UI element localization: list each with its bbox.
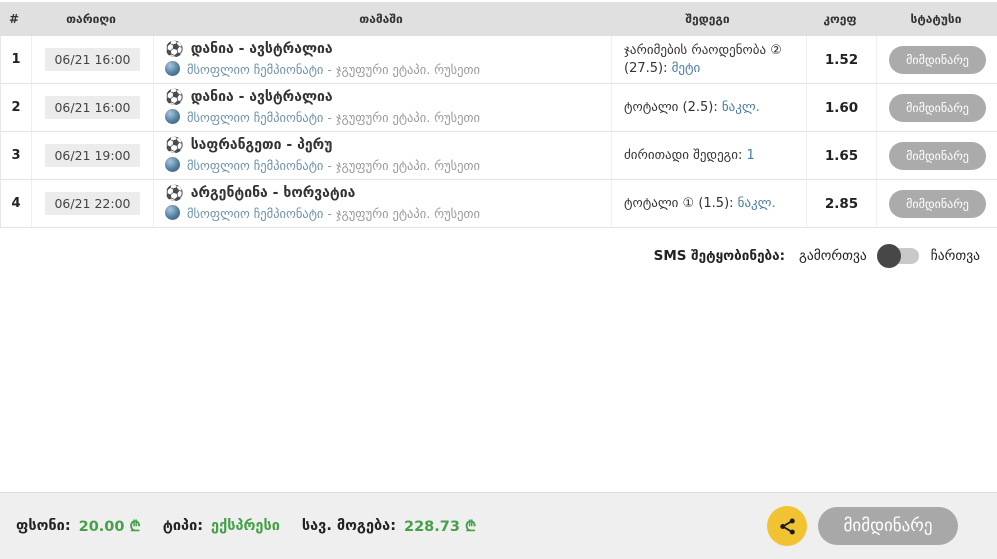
match-teams[interactable]: დანია - ავსტრალია: [191, 41, 333, 57]
header-num: #: [9, 12, 20, 26]
match-teams[interactable]: დანია - ავსტრალია: [191, 89, 333, 105]
match-teams[interactable]: არგენტინა - ხორვატია: [191, 185, 356, 201]
result-link[interactable]: მეტი: [672, 61, 701, 76]
league-link[interactable]: მსოფლიო ჩემპიონატი: [187, 206, 323, 221]
league-icon: [165, 205, 180, 220]
result-text: ძირითადი შედეგი:: [624, 147, 747, 163]
match-teams[interactable]: საფრანგეთი - პერუ: [191, 137, 333, 153]
status-badge: მიმდინარე: [889, 93, 986, 122]
share-button[interactable]: [767, 506, 807, 546]
league-suffix: - ჯგუფური ეტაპი. რუსეთი: [323, 158, 480, 173]
status-badge: მიმდინარე: [889, 189, 986, 218]
coef-value: 1.60: [806, 84, 876, 131]
header-date: თარიღი: [66, 12, 116, 26]
soccer-ball-icon: ⚽: [165, 183, 184, 202]
coef-value: 1.65: [806, 132, 876, 179]
league-icon: [165, 157, 180, 172]
result-text: ჯარიმების რაოდენობა ② (27.5):: [624, 42, 782, 76]
league-suffix: - ჯგუფური ეტაპი. რუსეთი: [323, 62, 480, 77]
bet-summary-bar: ფსონი: 20.00 ₾ ტიპი: ექსპრესი სავ. მოგებ…: [0, 492, 997, 559]
win-value: 228.73 ₾: [404, 519, 477, 535]
stake-label: ფსონი:: [16, 518, 71, 534]
row-number: 3: [11, 148, 21, 163]
result-link[interactable]: ნაკლ.: [738, 196, 776, 211]
league-link[interactable]: მსოფლიო ჩემპიონატი: [187, 62, 323, 77]
current-status-button[interactable]: მიმდინარე: [818, 507, 958, 545]
result-link[interactable]: 1: [746, 148, 754, 163]
table-header: # თარიღი თამაში შედეგი კოეფ სტატუსი: [0, 2, 997, 36]
table-row: 3 06/21 19:00 ⚽ საფრანგეთი - პერუ მსოფლი…: [1, 132, 997, 180]
league-icon: [165, 61, 180, 76]
coef-value: 1.52: [806, 36, 876, 83]
type-label: ტიპი:: [162, 518, 204, 534]
win-label: სავ. მოგება:: [301, 518, 396, 534]
sms-on-label: ჩართვა: [930, 248, 980, 264]
table-row: 4 06/21 22:00 ⚽ არგენტინა - ხორვატია მსო…: [1, 180, 997, 228]
header-status: სტატუსი: [910, 12, 962, 26]
sms-off-label: გამორთვა: [799, 248, 867, 264]
row-number: 2: [11, 100, 21, 115]
toggle-knob: [876, 244, 901, 268]
match-date: 06/21 16:00: [45, 48, 140, 71]
league-link[interactable]: მსოფლიო ჩემპიონატი: [187, 158, 323, 173]
status-badge: მიმდინარე: [889, 45, 986, 74]
match-date: 06/21 22:00: [45, 192, 140, 215]
league-icon: [165, 109, 180, 124]
type-value: ექსპრესი: [211, 518, 280, 534]
soccer-ball-icon: ⚽: [165, 135, 184, 154]
league-link[interactable]: მსოფლიო ჩემპიონატი: [187, 110, 323, 125]
sms-notification-row: SMS შეტყობინება: გამორთვა ჩართვა: [0, 244, 997, 268]
table-row: 2 06/21 16:00 ⚽ დანია - ავსტრალია მსოფლი…: [1, 84, 997, 132]
bets-table: 1 06/21 16:00 ⚽ დანია - ავსტრალია მსოფლი…: [0, 36, 997, 228]
match-date: 06/21 19:00: [45, 144, 140, 167]
status-badge: მიმდინარე: [889, 141, 986, 170]
result-link[interactable]: ნაკლ.: [722, 100, 760, 115]
match-date: 06/21 16:00: [45, 96, 140, 119]
share-icon: [778, 517, 797, 536]
row-number: 4: [11, 196, 21, 211]
bet-slip-page: # თარიღი თამაში შედეგი კოეფ სტატუსი 1 06…: [0, 2, 997, 559]
table-row: 1 06/21 16:00 ⚽ დანია - ავსტრალია მსოფლი…: [1, 36, 997, 84]
sms-label: SMS შეტყობინება:: [653, 248, 786, 264]
result-text: ტოტალი (2.5):: [624, 99, 722, 115]
league-suffix: - ჯგუფური ეტაპი. რუსეთი: [323, 206, 480, 221]
sms-toggle[interactable]: [876, 244, 919, 268]
result-text: ტოტალი ① (1.5):: [624, 195, 738, 211]
soccer-ball-icon: ⚽: [165, 39, 184, 58]
header-game: თამაში: [359, 12, 403, 26]
league-suffix: - ჯგუფური ეტაპი. რუსეთი: [323, 110, 480, 125]
header-coef: კოეფ: [823, 12, 857, 26]
coef-value: 2.85: [806, 180, 876, 227]
stake-value: 20.00 ₾: [78, 519, 141, 535]
row-number: 1: [11, 52, 21, 67]
header-result: შედეგი: [685, 12, 730, 26]
soccer-ball-icon: ⚽: [165, 87, 184, 106]
